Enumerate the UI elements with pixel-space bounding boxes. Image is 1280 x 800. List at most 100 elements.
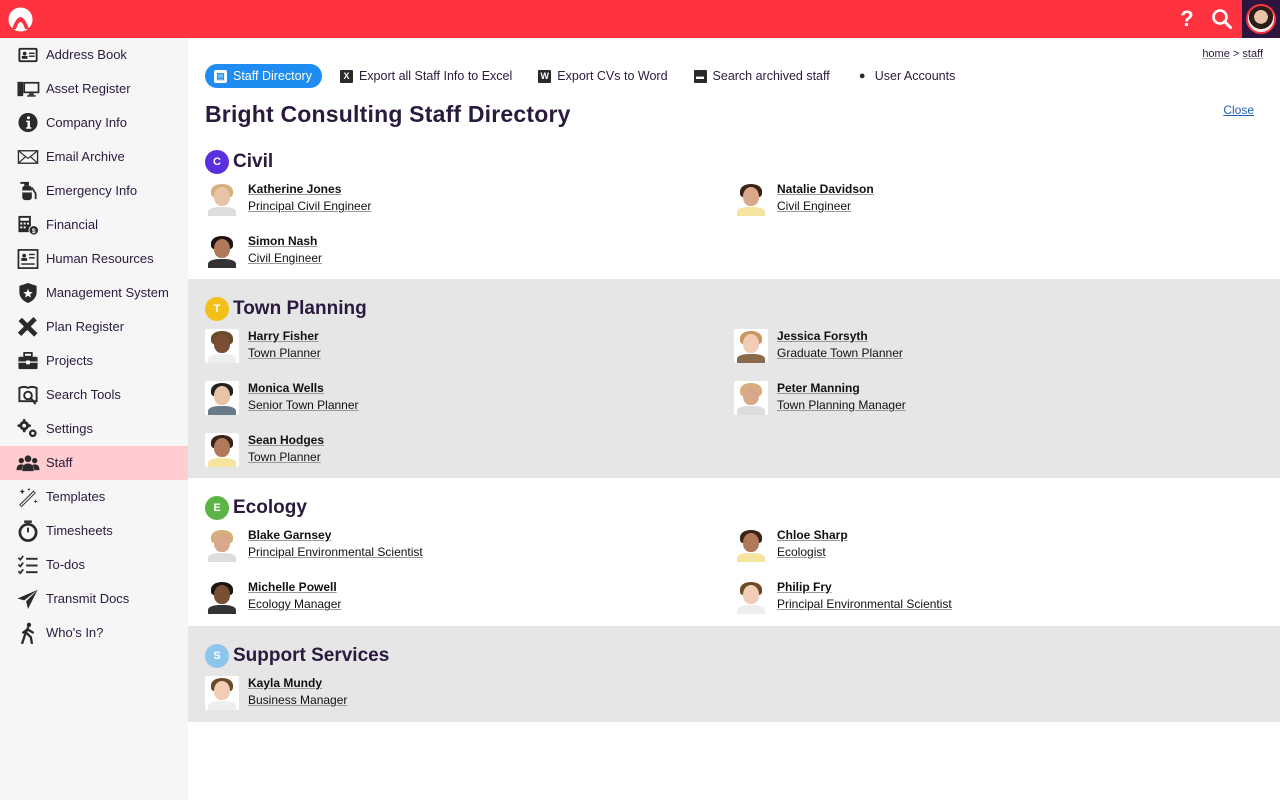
staff-role-link[interactable]: Principal Civil Engineer: [248, 199, 371, 213]
staff-photo[interactable]: [205, 676, 239, 710]
sidebar-item-timesheets[interactable]: Timesheets: [0, 514, 188, 548]
sidebar-item-label: Search Tools: [46, 387, 121, 402]
staff-role-link[interactable]: Principal Environmental Scientist: [777, 597, 952, 611]
staff-photo[interactable]: [205, 528, 239, 562]
sidebar-item-settings[interactable]: Settings: [0, 412, 188, 446]
staff-name-link[interactable]: Kayla Mundy: [248, 676, 322, 690]
staff-name-link[interactable]: Sean Hodges: [248, 433, 324, 447]
staff-photo[interactable]: [734, 580, 768, 614]
gears-icon: [17, 418, 37, 438]
staff-role-link[interactable]: Town Planner: [248, 450, 321, 464]
staff-role-link[interactable]: Ecology Manager: [248, 597, 341, 611]
sidebar-item-label: Who's In?: [46, 625, 104, 640]
envelope-icon: [17, 150, 39, 164]
staff-photo[interactable]: [205, 580, 239, 614]
sidebar-item-asset-register[interactable]: Asset Register: [0, 72, 188, 106]
sidebar-item-label: Financial: [46, 217, 99, 232]
staff-role-link[interactable]: Ecologist: [777, 545, 826, 559]
sidebar-item-label: To-dos: [46, 557, 86, 572]
staff-photo[interactable]: [205, 182, 239, 216]
staff-card: Monica Wells Senior Town Planner: [205, 381, 565, 421]
staff-photo[interactable]: [205, 381, 239, 415]
sidebar-item-label: Timesheets: [46, 523, 113, 538]
staff-role-link[interactable]: Civil Engineer: [777, 199, 851, 213]
sidebar-item-label: Templates: [46, 489, 106, 504]
shield-star-icon: [19, 282, 37, 304]
staff-name-link[interactable]: Peter Manning: [777, 381, 860, 395]
breadcrumb-current[interactable]: staff: [1242, 48, 1263, 60]
staff-name-link[interactable]: Philip Fry: [777, 580, 832, 594]
sidebar-item-label: Address Book: [46, 47, 127, 62]
staff-role-link[interactable]: Senior Town Planner: [248, 398, 359, 412]
staff-directory-button[interactable]: ▤ Staff Directory: [205, 64, 322, 88]
sidebar-item-email-archive[interactable]: Email Archive: [0, 140, 188, 174]
sidebar-item-who-s-in[interactable]: Who's In?: [0, 616, 188, 650]
breadcrumb-home[interactable]: home: [1202, 48, 1230, 60]
section-civil: C Civil Katherine Jones Principal Civil Eng…: [188, 142, 1280, 279]
search-archived-button[interactable]: ▬ Search archived staff: [693, 64, 830, 88]
staff-role-link[interactable]: Civil Engineer: [248, 251, 322, 265]
sidebar-item-search-tools[interactable]: Search Tools: [0, 378, 188, 412]
search-icon[interactable]: [1209, 6, 1235, 32]
staff-card: Jessica Forsyth Graduate Town Planner: [734, 329, 1094, 369]
staff-role-link[interactable]: Town Planning Manager: [777, 398, 906, 412]
sidebar-item-emergency-info[interactable]: Emergency Info: [0, 174, 188, 208]
staff-name-link[interactable]: Simon Nash: [248, 234, 317, 248]
sidebar-item-templates[interactable]: Templates: [0, 480, 188, 514]
sidebar-item-transmit-docs[interactable]: Transmit Docs: [0, 582, 188, 616]
sidebar-item-management-system[interactable]: Management System: [0, 276, 188, 310]
export-excel-button[interactable]: X Export all Staff Info to Excel: [339, 64, 512, 88]
section-title: Town Planning: [233, 298, 367, 319]
user-accounts-button[interactable]: ● User Accounts: [856, 64, 955, 88]
avatar[interactable]: [1246, 4, 1276, 34]
section-ecology: E Ecology Blake Garnsey Principal Environme…: [188, 478, 1280, 626]
staff-name-link[interactable]: Monica Wells: [248, 381, 324, 395]
staff-name-link[interactable]: Katherine Jones: [248, 182, 341, 196]
staff-card: Kayla Mundy Business Manager: [205, 676, 565, 716]
staff-name-link[interactable]: Harry Fisher: [248, 329, 319, 343]
staff-name-link[interactable]: Chloe Sharp: [777, 528, 848, 542]
staff-photo[interactable]: [734, 182, 768, 216]
sidebar-item-to-dos[interactable]: To-dos: [0, 548, 188, 582]
excel-icon: X: [339, 69, 353, 83]
stopwatch-icon: [18, 520, 38, 542]
staff-role-link[interactable]: Business Manager: [248, 693, 347, 707]
section-letter-badge: S: [205, 644, 229, 668]
staff-photo[interactable]: [734, 528, 768, 562]
staff-role-link[interactable]: Town Planner: [248, 346, 321, 360]
staff-photo[interactable]: [734, 329, 768, 363]
svg-text:$: $: [32, 228, 36, 235]
sidebar-item-financial[interactable]: $ Financial: [0, 208, 188, 242]
sidebar-item-company-info[interactable]: Company Info: [0, 106, 188, 140]
sidebar: Address Book Asset Register Company Info Em…: [0, 38, 188, 800]
staff-name-link[interactable]: Natalie Davidson: [777, 182, 874, 196]
export-word-button[interactable]: W Export CVs to Word: [538, 64, 668, 88]
fire-extinguisher-icon: [20, 181, 37, 201]
help-button[interactable]: ?: [1174, 6, 1200, 32]
section-header: E Ecology: [205, 496, 307, 520]
app-logo-icon[interactable]: [8, 7, 33, 32]
sidebar-item-plan-register[interactable]: Plan Register: [0, 310, 188, 344]
user-menu[interactable]: [1242, 0, 1280, 38]
sidebar-item-staff[interactable]: Staff: [0, 446, 188, 480]
breadcrumb: home > staff: [1202, 48, 1263, 60]
sidebar-item-human-resources[interactable]: Human Resources: [0, 242, 188, 276]
staff-card: Chloe Sharp Ecologist: [734, 528, 1094, 568]
staff-card: Philip Fry Principal Environmental Scient…: [734, 580, 1094, 620]
id-card-icon: [17, 249, 39, 269]
sidebar-item-address-book[interactable]: Address Book: [0, 38, 188, 72]
main-content: home > staff ▤ Staff Directory X Export all…: [188, 38, 1280, 800]
staff-card: Harry Fisher Town Planner: [205, 329, 565, 369]
close-link[interactable]: Close: [1223, 103, 1254, 117]
staff-name-link[interactable]: Blake Garnsey: [248, 528, 331, 542]
staff-role-link[interactable]: Principal Environmental Scientist: [248, 545, 423, 559]
sidebar-item-projects[interactable]: Projects: [0, 344, 188, 378]
staff-name-link[interactable]: Jessica Forsyth: [777, 329, 868, 343]
staff-photo[interactable]: [205, 234, 239, 268]
staff-photo[interactable]: [734, 381, 768, 415]
staff-photo[interactable]: [205, 433, 239, 467]
staff-name-link[interactable]: Michelle Powell: [248, 580, 337, 594]
staff-role-link[interactable]: Graduate Town Planner: [777, 346, 903, 360]
paper-plane-icon: [17, 589, 38, 610]
staff-photo[interactable]: [205, 329, 239, 363]
